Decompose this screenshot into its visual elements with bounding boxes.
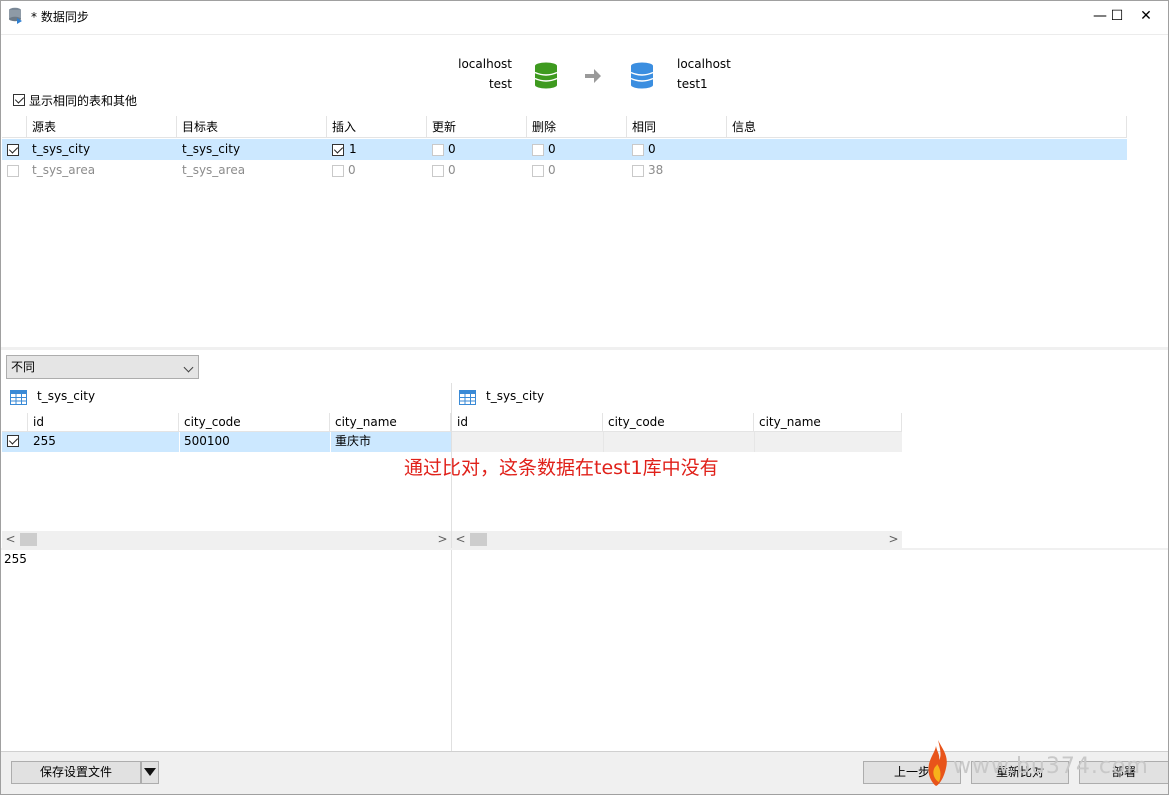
scroll-left-arrow-icon[interactable]: < [2,531,19,548]
scroll-thumb[interactable] [470,533,487,546]
target-host: localhost [677,57,731,71]
row-checkbox[interactable] [7,165,19,177]
update-count: 0 [448,163,456,177]
column-header-city-code[interactable]: city_code [179,413,330,432]
empty-row [452,432,902,452]
column-header-city-code[interactable]: city_code [603,413,754,432]
column-header-same[interactable]: 相同 [627,116,727,138]
same-count: 38 [648,163,664,177]
caret-down-icon [144,768,156,776]
splitter[interactable] [0,347,1169,350]
annotation-text: 通过比对，这条数据在test1库中没有 [404,457,719,479]
delete-count: 0 [548,163,556,177]
column-header-check [2,116,27,138]
source-db: test [488,77,512,91]
source-table-cell: t_sys_city [32,142,91,156]
column-header-info[interactable]: 信息 [727,116,1127,138]
source-host: localhost [458,57,512,71]
show-same-checkbox[interactable] [13,94,25,106]
left-detail-value: 255 [4,552,27,566]
column-header-city-name[interactable]: city_name [754,413,902,432]
target-database-icon [630,62,654,89]
left-horizontal-scrollbar[interactable]: < > [2,531,451,548]
left-table-name: t_sys_city [37,389,96,403]
scroll-right-arrow-icon[interactable]: > [434,531,451,548]
title-bar: * 数据同步 — ☐ ✕ [0,0,1169,34]
flame-watermark-icon [928,740,947,786]
delete-count: 0 [548,142,556,156]
target-db: test1 [677,77,708,91]
city-name-cell: 重庆市 [335,434,372,448]
right-table-name: t_sys_city [486,389,545,403]
insert-checkbox[interactable] [332,144,344,156]
table-icon [10,390,27,405]
scroll-thumb[interactable] [20,533,37,546]
target-table-cell: t_sys_city [182,142,241,156]
show-same-label: 显示相同的表和其他 [29,94,138,108]
same-count: 0 [648,142,656,156]
close-button[interactable]: ✕ [1123,0,1169,32]
detail-splitter[interactable] [0,548,1169,550]
data-sync-app-icon [9,7,22,24]
arrow-right-icon [585,69,601,83]
column-header-source[interactable]: 源表 [27,116,177,138]
column-header-delete[interactable]: 删除 [527,116,627,138]
column-header-id[interactable]: id [452,413,603,432]
right-horizontal-scrollbar[interactable]: < > [452,531,902,548]
chevron-down-icon [183,362,194,373]
column-header-insert[interactable]: 插入 [327,116,427,138]
table-row[interactable] [2,139,1127,160]
save-settings-dropdown[interactable] [141,761,159,784]
column-header-update[interactable]: 更新 [427,116,527,138]
source-table-cell: t_sys_area [32,163,96,177]
window-title: * 数据同步 [31,10,89,24]
row-checkbox[interactable] [7,144,19,156]
id-cell: 255 [33,434,56,448]
scroll-left-arrow-icon[interactable]: < [452,531,469,548]
filter-value: 不同 [11,360,36,374]
save-settings-button[interactable]: 保存设置文件 [11,761,141,784]
column-header-check [2,413,28,432]
column-header-target[interactable]: 目标表 [177,116,327,138]
source-database-icon [534,62,558,89]
city-code-cell: 500100 [184,434,230,448]
update-count: 0 [448,142,456,156]
column-header-city-name[interactable]: city_name [330,413,451,432]
column-header-id[interactable]: id [28,413,179,432]
insert-count: 0 [348,163,356,177]
watermark-text: www.bu374.com [953,754,1149,779]
row-checkbox[interactable] [7,435,19,447]
difference-filter-select[interactable]: 不同 [6,355,199,379]
table-icon [459,390,476,405]
insert-count: 1 [349,142,357,156]
target-table-cell: t_sys_area [182,163,246,177]
scroll-right-arrow-icon[interactable]: > [885,531,902,548]
